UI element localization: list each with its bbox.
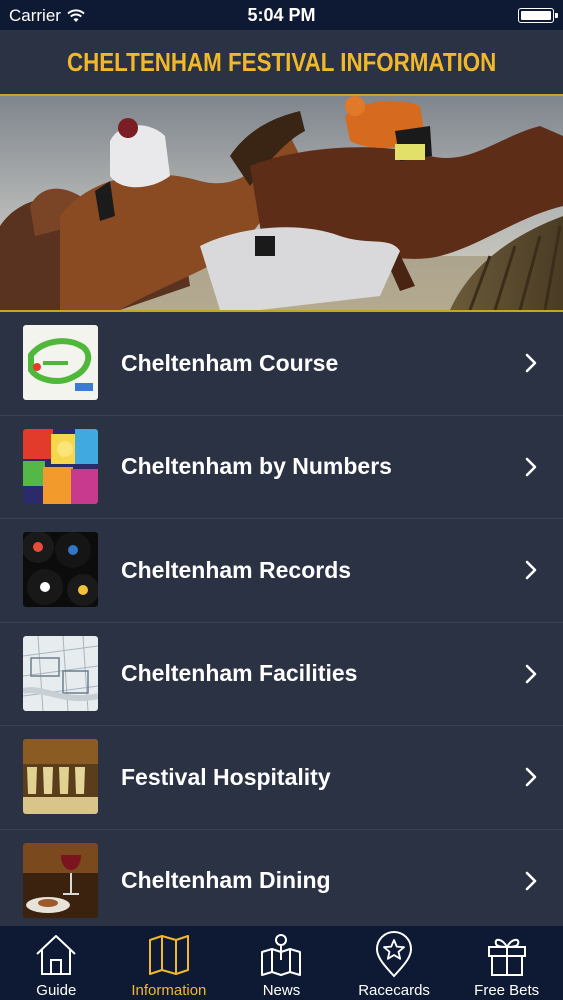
home-icon [36,935,76,975]
menu-item-cheltenham-dining[interactable]: Cheltenham Dining [0,829,563,926]
tab-racecards[interactable]: Racecards [338,926,451,1000]
menu-item-cheltenham-course[interactable]: Cheltenham Course [0,312,563,416]
course-map-thumbnail [23,325,98,400]
menu-item-label: Cheltenham Records [121,556,352,583]
menu-item-cheltenham-by-numbers[interactable]: Cheltenham by Numbers [0,415,563,519]
tab-label: Racecards [358,982,430,999]
tab-label: Guide [36,982,77,999]
tab-label: News [262,982,301,999]
chevron-right-icon [525,871,537,891]
menu-item-label: Festival Hospitality [121,763,331,790]
star-pin-icon [376,931,413,978]
tab-free-bets[interactable]: Free Bets [450,926,563,1000]
tab-label: Free Bets [474,982,540,999]
menu-list: Cheltenham Course Cheltenham by Numbers [0,312,563,926]
menu-item-festival-hospitality[interactable]: Festival Hospitality [0,726,563,830]
map-icon [148,935,189,975]
status-time: 5:04 PM [247,5,316,25]
chevron-right-icon [525,353,537,373]
page-title: CHELTENHAM FESTIVAL INFORMATION [66,46,497,77]
menu-item-label: Cheltenham Dining [121,867,331,894]
hero-banner-image [0,94,563,312]
chevron-right-icon [525,767,537,787]
menu-item-cheltenham-facilities[interactable]: Cheltenham Facilities [0,622,563,726]
tab-guide[interactable]: Guide [0,926,113,1000]
numbers-thumbnail [23,428,98,504]
menu-item-cheltenham-records[interactable]: Cheltenham Records [0,519,563,623]
vinyl-records-thumbnail [23,532,98,607]
wine-dining-thumbnail [23,842,98,918]
tab-bar: Guide Information News Racecards Free Be… [0,926,563,1000]
champagne-glasses-thumbnail [23,739,98,814]
tab-information[interactable]: Information [113,926,226,1000]
chevron-right-icon [525,560,537,580]
gift-icon [487,938,526,976]
battery-icon [518,8,558,23]
menu-item-label: Cheltenham by Numbers [121,453,392,480]
chevron-right-icon [525,664,537,684]
menu-item-label: Cheltenham Facilities [121,660,358,687]
blueprint-thumbnail [23,635,98,711]
tab-news[interactable]: News [225,926,338,1000]
nav-header: CHELTENHAM FESTIVAL INFORMATION [0,30,563,94]
status-bar: Carrier 5:04 PM [0,0,563,30]
horse-racing-illustration [0,96,563,310]
chevron-right-icon [525,457,537,477]
tab-label: Information [131,982,207,999]
map-pin-icon [261,934,302,976]
menu-item-label: Cheltenham Course [121,349,339,376]
